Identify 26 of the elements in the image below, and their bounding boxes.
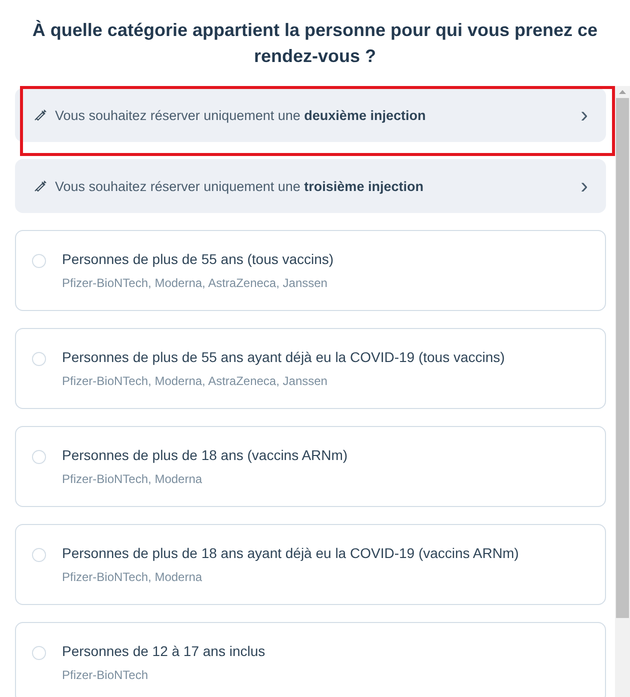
category-option[interactable]: Personnes de plus de 18 ans ayant déjà eu la COVID-19 (vaccins ARNm) Pfizer-BioNTech, Moderna — [15, 524, 606, 605]
radio-button[interactable] — [32, 352, 46, 366]
radio-button[interactable] — [32, 548, 46, 562]
category-option[interactable]: Personnes de 12 à 17 ans inclus Pfizer-BioNTech — [15, 622, 606, 697]
radio-button[interactable] — [32, 254, 46, 268]
option-label: Personnes de plus de 55 ans (tous vaccins) — [62, 251, 334, 267]
category-option[interactable]: Personnes de plus de 55 ans (tous vaccins) Pfizer-BioNTech, Moderna, AstraZeneca, Janssen — [15, 230, 606, 311]
category-option[interactable]: Personnes de plus de 18 ans (vaccins ARNm) Pfizer-BioNTech, Moderna — [15, 426, 606, 507]
option-label: Personnes de 12 à 17 ans inclus — [62, 643, 266, 659]
syringe-icon — [33, 108, 47, 122]
option-label: Personnes de plus de 18 ans (vaccins ARNm) — [62, 447, 348, 463]
radio-button[interactable] — [32, 646, 46, 660]
scrollbar[interactable] — [615, 86, 630, 697]
vaccine-list: Pfizer-BioNTech, Moderna, AstraZeneca, Janssen — [62, 276, 334, 290]
vaccine-list: Pfizer-BioNTech, Moderna — [62, 570, 519, 584]
option-label: Personnes de plus de 55 ans ayant déjà eu la COVID-19 (tous vaccins) — [62, 349, 505, 365]
vaccine-list: Pfizer-BioNTech, Moderna — [62, 472, 348, 486]
option-label: Personnes de plus de 18 ans ayant déjà eu la COVID-19 (vaccins ARNm) — [62, 545, 519, 561]
injection-link[interactable]: Vous souhaitez réserver uniquement une deuxième injection › — [15, 88, 606, 142]
radio-button[interactable] — [32, 450, 46, 464]
syringe-icon — [33, 179, 47, 193]
question-title: À quelle catégorie appartient la personne pour qui vous prenez ce rendez-vous ? — [31, 19, 599, 68]
vaccine-list: Pfizer-BioNTech — [62, 668, 266, 682]
vaccine-list: Pfizer-BioNTech, Moderna, AstraZeneca, Janssen — [62, 374, 505, 388]
category-option[interactable]: Personnes de plus de 55 ans ayant déjà eu la COVID-19 (tous vaccins) Pfizer-BioNTech, Moderna, AstraZeneca, Janssen — [15, 328, 606, 409]
injection-link[interactable]: Vous souhaitez réserver uniquement une troisième injection › — [15, 159, 606, 213]
